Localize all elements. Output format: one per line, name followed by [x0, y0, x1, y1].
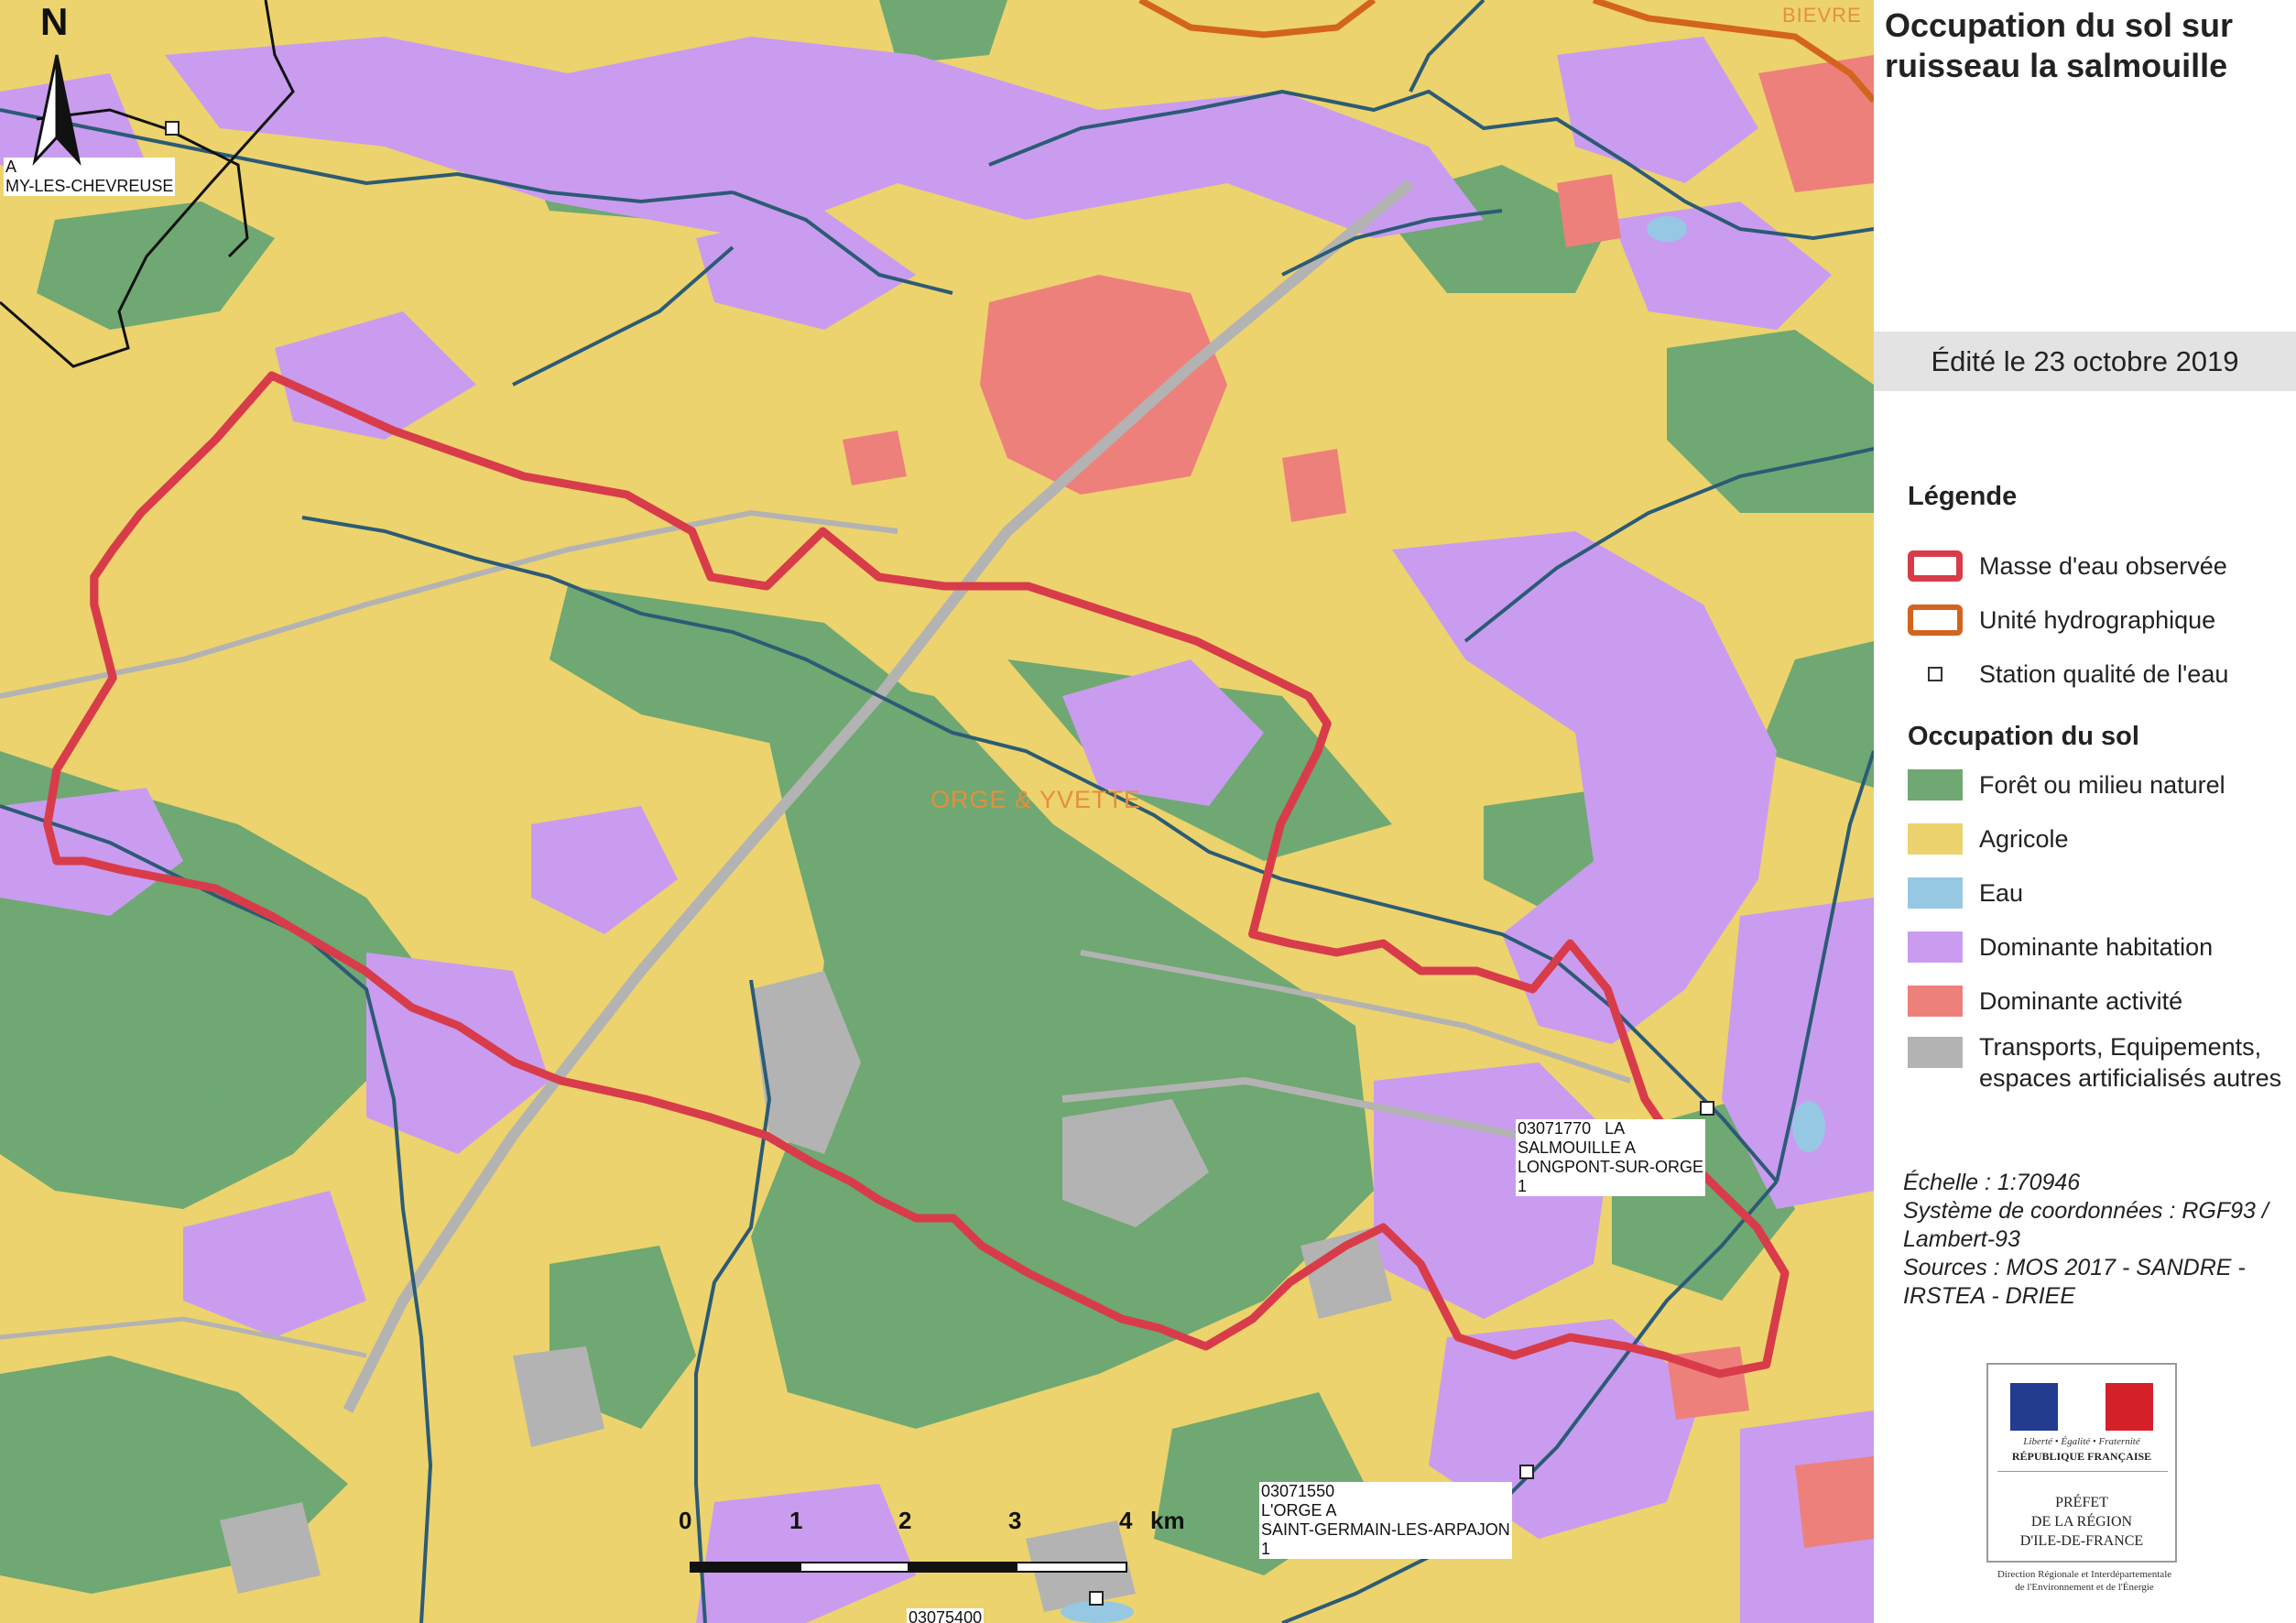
legend-swatch — [1908, 605, 1963, 636]
legend-label: Station qualité de l'eau — [1979, 660, 2229, 688]
scale-tick-0: 0 — [679, 1507, 692, 1534]
north-arrow-icon — [32, 54, 82, 166]
crs-text: Système de coordonnées : RGF93 / Lambert… — [1903, 1198, 2269, 1252]
legend-label: Dominante habitation — [1979, 933, 2214, 961]
legend-label: Dominante activité — [1979, 987, 2183, 1015]
legend-item-foret: Forêt ou milieu naturel — [1908, 764, 2225, 806]
station-square-icon — [1908, 659, 1963, 690]
legend-swatch — [1908, 931, 1963, 963]
legend-label: Transports, Equipements, espaces artific… — [1979, 1033, 2282, 1092]
legend-label: Masse d'eau observée — [1979, 552, 2227, 580]
map-title: Occupation du sol sur ruisseau la salmou… — [1885, 6, 2234, 84]
legend-item-masse-eau: Masse d'eau observée — [1908, 545, 2227, 587]
logo-republic: RÉPUBLIQUE FRANÇAISE — [2011, 1450, 2152, 1463]
station-label-arpajon: 03071550 L'ORGE A SAINT-GERMAIN-LES-ARPA… — [1259, 1482, 1512, 1559]
scale-tick-1: 1 — [789, 1507, 803, 1534]
logo-motto: Liberté • Égalité • Fraternité — [2023, 1436, 2140, 1447]
legend-swatch — [1908, 1037, 1963, 1068]
station-label-longpont: 03071770 LA SALMOUILLE A LONGPONT-SUR-OR… — [1516, 1119, 1706, 1196]
legend-label: Eau — [1979, 879, 2024, 907]
legend-item-habitation: Dominante habitation — [1908, 926, 2213, 968]
landuse-title: Occupation du sol — [1908, 722, 2139, 751]
scale-unit: km — [1150, 1507, 1185, 1534]
legend-swatch — [1908, 769, 1963, 801]
scale-segment — [1016, 1562, 1127, 1573]
station-label-03075400: 03075400 — [907, 1608, 985, 1623]
legend-item-unite: Unité hydrographique — [1908, 599, 2215, 641]
legend-item-activite: Dominante activité — [1908, 980, 2182, 1022]
legend-item-transports: Transports, Equipements, espaces artific… — [1908, 1031, 2291, 1127]
legend-item-station: Station qualité de l'eau — [1908, 653, 2228, 695]
legend-label: Agricole — [1979, 825, 2069, 853]
legend-label: Unité hydrographique — [1979, 606, 2216, 634]
legend-item-eau: Eau — [1908, 872, 2023, 914]
scale-bar: 0 1 2 3 4 km — [679, 1507, 1228, 1598]
scale-segment — [908, 1562, 1017, 1573]
north-arrow: N — [13, 0, 104, 174]
map-metadata: Échelle : 1:70946 Système de coordonnées… — [1903, 1169, 2288, 1311]
legend-swatch — [1908, 986, 1963, 1017]
map-canvas[interactable]: ORGE & YVETTE BIEVRE A MY-LES-CHEVREUSE … — [0, 0, 1874, 1623]
sources-text: Sources : MOS 2017 - SANDRE - IRSTEA - D… — [1903, 1255, 2246, 1309]
legend-item-agricole: Agricole — [1908, 818, 2069, 860]
prefecture-logo: Liberté • Égalité • Fraternité RÉPUBLIQU… — [1986, 1363, 2177, 1563]
scale-text: Échelle : 1:70946 — [1903, 1170, 2081, 1195]
legend-swatch — [1908, 877, 1963, 909]
scale-tick-4: 4 — [1119, 1507, 1133, 1534]
side-panel: Occupation du sol sur ruisseau la salmou… — [1874, 0, 2296, 1623]
legend-title: Légende — [1908, 482, 2018, 511]
unit-label-orge-yvette: ORGE & YVETTE — [930, 786, 1142, 813]
scale-segment — [800, 1562, 909, 1573]
logo-direction: Direction Régionale et Interdépartementa… — [1997, 1569, 2172, 1593]
unit-label-bievre: BIEVRE — [1782, 4, 1862, 27]
legend-swatch — [1908, 550, 1963, 582]
scale-tick-2: 2 — [898, 1507, 912, 1534]
legend-swatch — [1908, 823, 1963, 855]
logo-prefet: PRÉFET DE LA RÉGION D'ILE-DE-FRANCE — [2019, 1495, 2144, 1549]
edit-date: Édité le 23 octobre 2019 — [1874, 332, 2296, 391]
legend-label: Forêt ou milieu naturel — [1979, 771, 2225, 799]
scale-tick-3: 3 — [1008, 1507, 1022, 1534]
marianne-flag-icon — [2010, 1383, 2153, 1431]
scale-segment — [690, 1562, 801, 1573]
